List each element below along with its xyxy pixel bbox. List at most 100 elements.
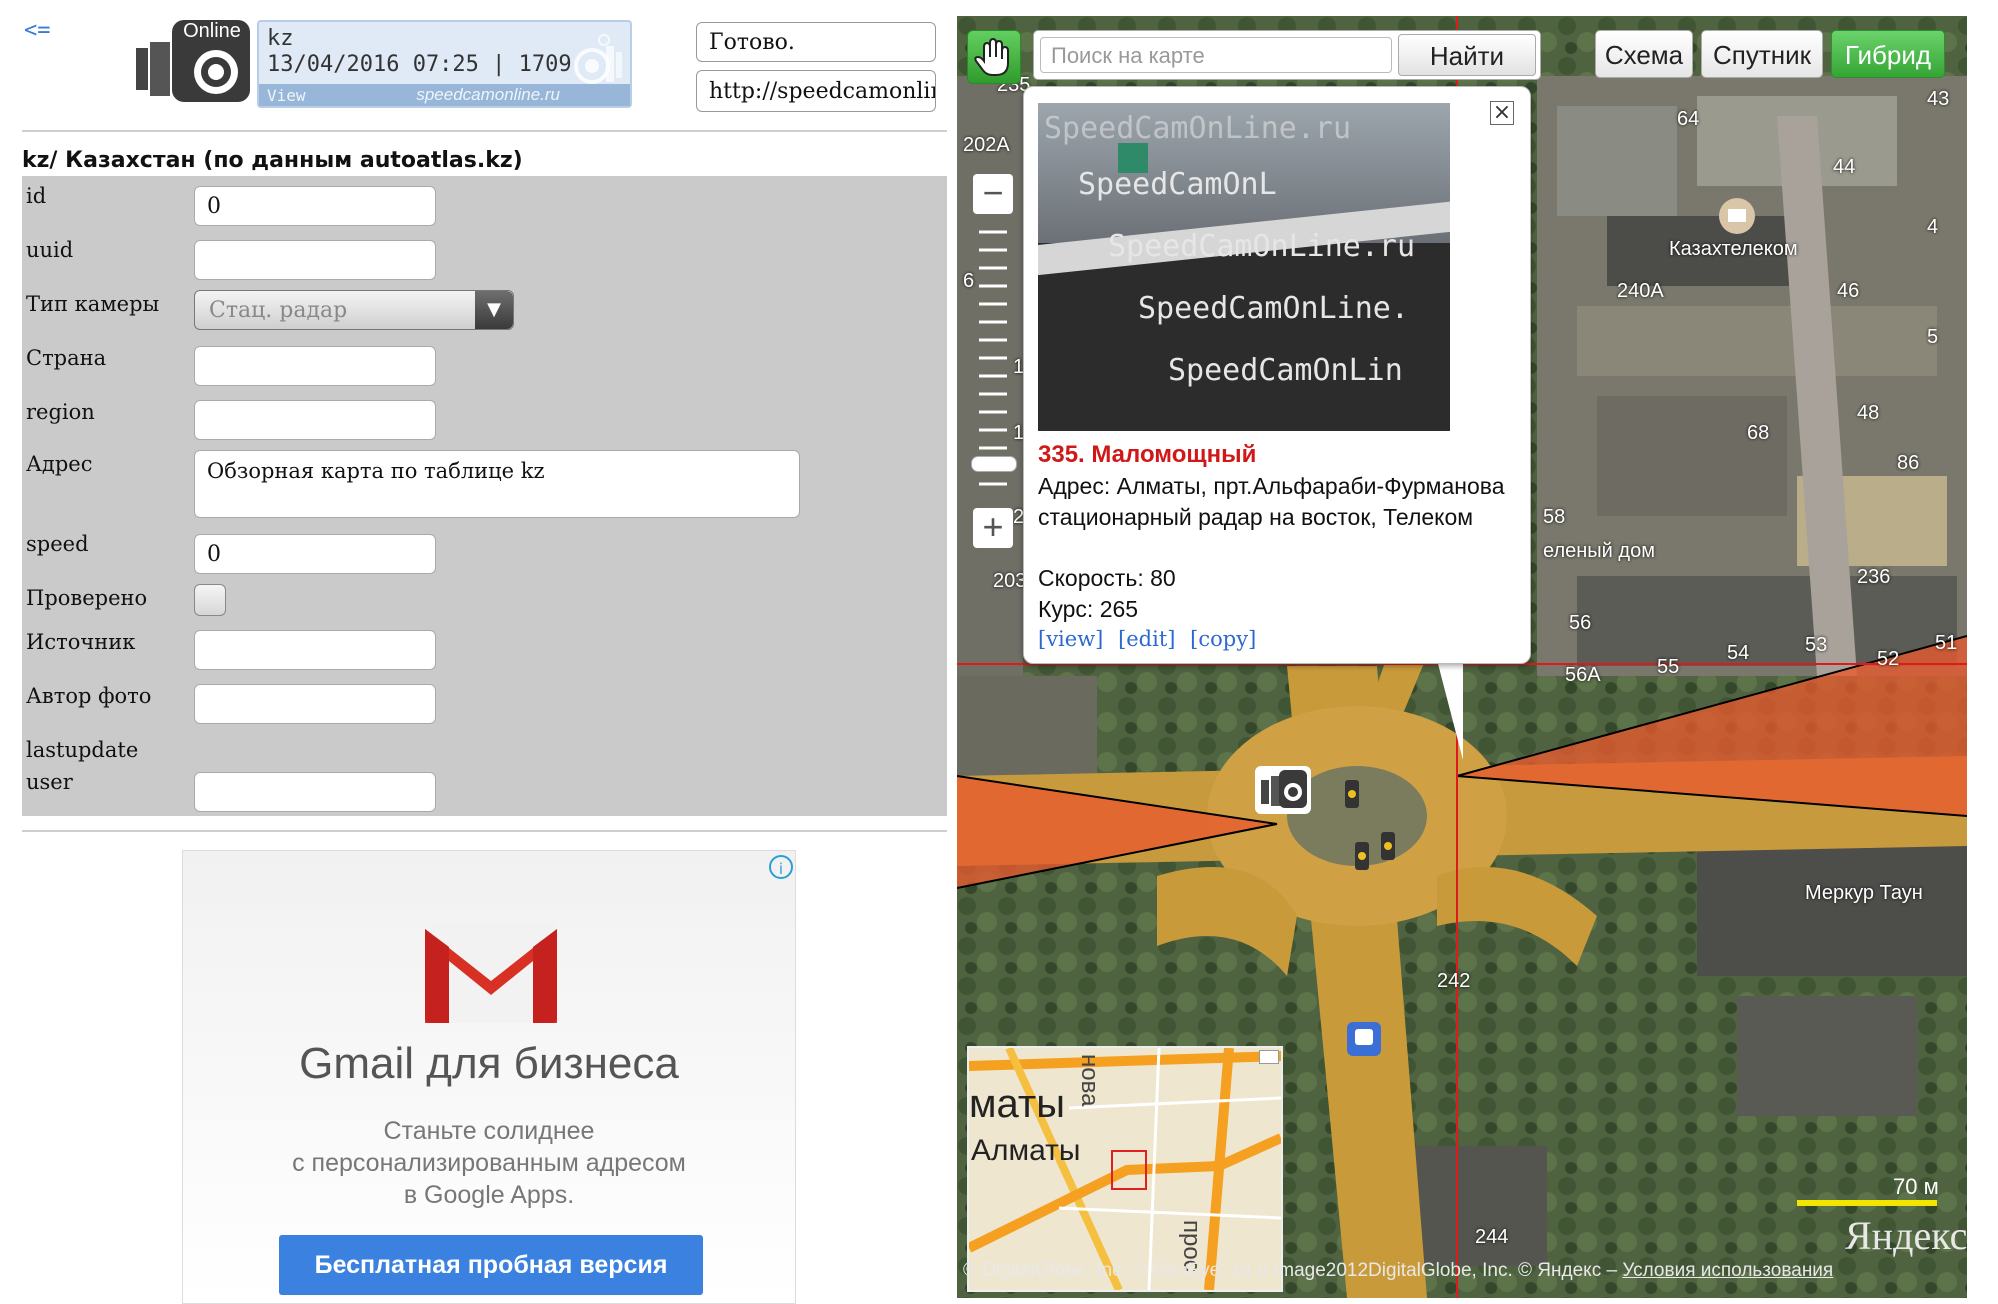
ad-body-line: с персонализированным адресом [292,1149,686,1177]
verified-checkbox[interactable] [194,584,226,616]
divider [22,830,947,832]
photo-watermark: SpeedCamOnL [1078,167,1277,202]
label-speed: speed [26,532,89,556]
photo-author-input[interactable] [194,684,436,724]
view-link[interactable]: [view] [1038,627,1103,651]
map-label: 51 [1935,632,1958,654]
camera-course: Курс: 265 [1038,596,1139,622]
layer-hybrid-button[interactable]: Гибрид [1831,30,1945,78]
ad-body-line: Станьте солиднее [383,1117,595,1145]
map-label: 52 [1877,648,1900,670]
user-input[interactable] [194,772,436,812]
map-label: 236 [1857,566,1891,588]
logo-badge: Online [183,20,241,42]
map-label: еленый дом [1543,540,1655,562]
map-label: 68 [1747,422,1770,444]
zoom-in-button[interactable]: + [973,508,1013,548]
zoom-slider-handle[interactable] [971,456,1017,472]
map-search-input[interactable]: Поиск на карте [1040,37,1392,73]
ad-body: Станьте солиднее с персонализированным а… [183,1115,795,1211]
map-label: 55 [1657,656,1680,678]
region-input[interactable] [194,400,436,440]
status-field: Готово. [696,22,936,62]
map-label: 244 [1475,1226,1509,1248]
edit-link[interactable]: [edit] [1118,627,1175,651]
id-input[interactable]: 0 [194,186,436,226]
layer-satellite-button[interactable]: Спутник [1701,30,1823,78]
gmail-logo-icon [425,923,557,1023]
speed-input[interactable]: 0 [194,534,436,574]
popup-pointer [1437,660,1463,760]
close-icon[interactable]: × [1490,101,1514,125]
camera-popup: × SpeedCamOnLine.ru SpeedCamOnL SpeedCam… [1023,86,1531,664]
label-region: region [26,400,95,424]
chevron-down-icon[interactable]: ▼ [475,291,513,329]
banner-site: speedcamonline.ru [416,85,560,104]
form-title: kz/ Казахстан (по данным autoatlas.kz) [22,148,523,173]
address-textarea[interactable]: Обзорная карта по таблице kz [194,450,800,518]
satellite-map[interactable]: 64 44 Казахтелеком 240А 46 48 202А 235 4… [957,16,1967,1298]
camera-speed: Скорость: 80 [1038,565,1176,591]
layer-scheme-button[interactable]: Схема [1595,30,1693,78]
terms-link[interactable]: Условия использования [1622,1260,1833,1281]
label-lastupdate: lastupdate [26,738,139,762]
map-label: 43 [1927,88,1950,110]
camera-photo: SpeedCamOnLine.ru SpeedCamOnL SpeedCamOn… [1038,103,1450,431]
camera-title: 335. Маломощный [1038,441,1257,468]
ad-body-line: в Google Apps. [403,1181,575,1209]
minimap-label: нова [1076,1054,1103,1107]
banner-camera-icon [574,34,622,84]
label-photo-author: Автор фото [26,684,152,708]
label-id: id [26,184,47,208]
ad-banner[interactable]: i Gmail для бизнеса Станьте солиднее с п… [182,850,796,1304]
hand-tool-button[interactable] [967,30,1021,84]
map-label: 58 [1543,506,1566,528]
map-label: 46 [1837,280,1860,302]
photo-watermark: SpeedCamOnLin [1168,353,1403,388]
uuid-input[interactable] [194,240,436,280]
speedcam-banner[interactable]: kz 13/04/2016 07:25 | 1709 View speedcam… [257,20,632,108]
banner-view: View [267,86,306,105]
map-label: 242 [1437,970,1471,992]
label-verified: Проверено [26,586,148,610]
map-label: 202А [963,134,1010,156]
camera-type-value: Стац. радар [209,298,348,323]
map-label: Меркур Таун [1805,882,1923,904]
label-user: user [26,770,73,794]
info-icon[interactable]: i [769,855,793,879]
photo-watermark: SpeedCamOnLine.ru [1044,111,1352,146]
map-label: 64 [1677,108,1700,130]
overview-minimap[interactable]: маты Алматы нова прос [967,1046,1283,1292]
map-label: 56 [1569,612,1592,634]
map-copyright: © DigitalGlobe, Inc. © GeoEye, 14.0 Imag… [963,1260,1834,1281]
popup-links: [view] [edit] [copy] [1038,627,1264,651]
map-label: 203 [993,570,1027,592]
map-label: 5 [1927,326,1939,348]
free-trial-button[interactable]: Бесплатная пробная версия [279,1235,703,1295]
label-camera-type: Тип камеры [26,292,160,316]
banner-country: kz [267,26,294,51]
map-search-bar: Поиск на карте Найти [1033,30,1541,80]
hand-icon [974,37,1009,76]
minimap-collapse-button[interactable] [1259,1050,1279,1064]
minimap-viewport[interactable] [1111,1150,1147,1190]
label-address: Адрес [26,452,93,476]
find-button[interactable]: Найти [1398,34,1536,76]
label-source: Источник [26,630,136,654]
scale-label: 70 м [1893,1174,1939,1199]
photo-watermark: SpeedCamOnLine.ru [1108,229,1416,264]
map-label: 54 [1727,642,1750,664]
yandex-logo[interactable]: Яндекс [1845,1212,1967,1259]
copy-link[interactable]: [copy] [1190,627,1256,651]
map-label: 44 [1833,156,1856,178]
country-input[interactable] [194,346,436,386]
map-label: 4 [1927,216,1939,238]
zoom-out-button[interactable]: − [973,174,1013,214]
camera-type-select[interactable]: Стац. радар ▼ [194,290,514,330]
back-link[interactable]: <= [24,18,51,43]
label-uuid: uuid [26,238,74,262]
url-field[interactable]: http://speedcamonline.ru [696,70,936,112]
map-label: 6 [963,270,975,292]
source-input[interactable] [194,630,436,670]
camera-marker-icon[interactable] [1255,766,1311,814]
